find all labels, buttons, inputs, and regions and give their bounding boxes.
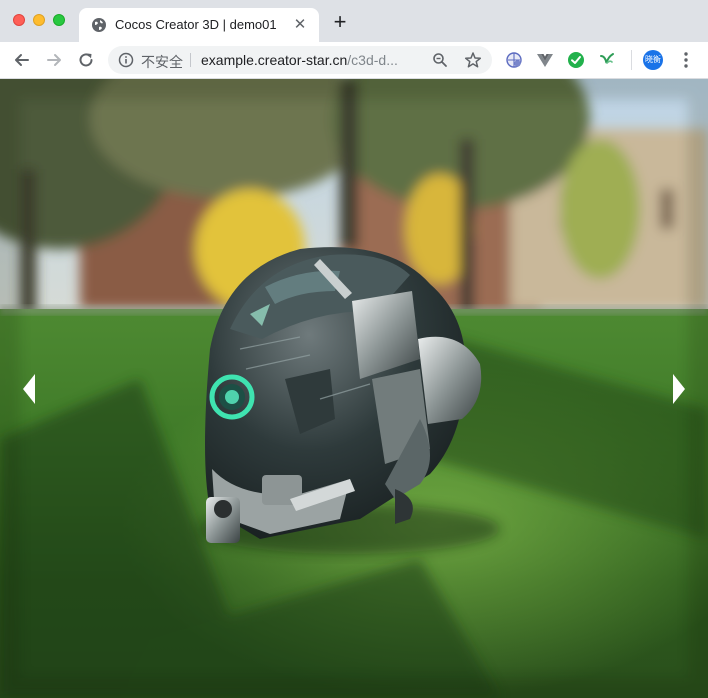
3d-scene-canvas[interactable]: [0, 79, 708, 698]
vue-devtools-icon[interactable]: [536, 51, 554, 69]
forward-arrow-icon[interactable]: [44, 50, 64, 70]
tab-strip: Cocos Creator 3D | demo01 ✕ +: [0, 0, 708, 42]
window-minimize-button[interactable]: [33, 14, 45, 26]
new-tab-button[interactable]: +: [329, 11, 351, 34]
omnibox-divider: [190, 53, 191, 67]
window-maximize-button[interactable]: [53, 14, 65, 26]
reload-icon[interactable]: [76, 50, 96, 70]
tab-close-icon[interactable]: ✕: [291, 16, 309, 34]
back-arrow-icon[interactable]: [12, 50, 32, 70]
url-path: /c3d-d...: [347, 52, 398, 68]
tab-title: Cocos Creator 3D | demo01: [115, 17, 277, 32]
info-icon[interactable]: [118, 52, 134, 68]
zoom-icon[interactable]: [432, 52, 448, 68]
more-vert-icon[interactable]: [677, 50, 695, 70]
page-viewport: [0, 79, 708, 698]
security-label[interactable]: 不安全: [141, 52, 183, 72]
chevron-right-icon[interactable]: [670, 372, 688, 406]
extension-leaf-icon[interactable]: [598, 51, 616, 69]
chevron-left-icon[interactable]: [20, 372, 38, 406]
extension-check-icon[interactable]: [567, 51, 585, 69]
globe-icon: [92, 18, 106, 32]
extension-globe-icon[interactable]: [505, 51, 523, 69]
url-host: example.creator-star.cn: [201, 52, 348, 68]
profile-avatar[interactable]: 晓衡: [643, 50, 663, 70]
toolbar-divider: [631, 50, 632, 70]
bookmark-star-icon[interactable]: [464, 51, 482, 69]
url-text[interactable]: example.creator-star.cn/c3d-d...: [201, 52, 423, 68]
window-close-button[interactable]: [13, 14, 25, 26]
browser-tab[interactable]: Cocos Creator 3D | demo01 ✕: [79, 8, 319, 42]
address-bar[interactable]: 不安全 example.creator-star.cn/c3d-d...: [108, 46, 492, 74]
